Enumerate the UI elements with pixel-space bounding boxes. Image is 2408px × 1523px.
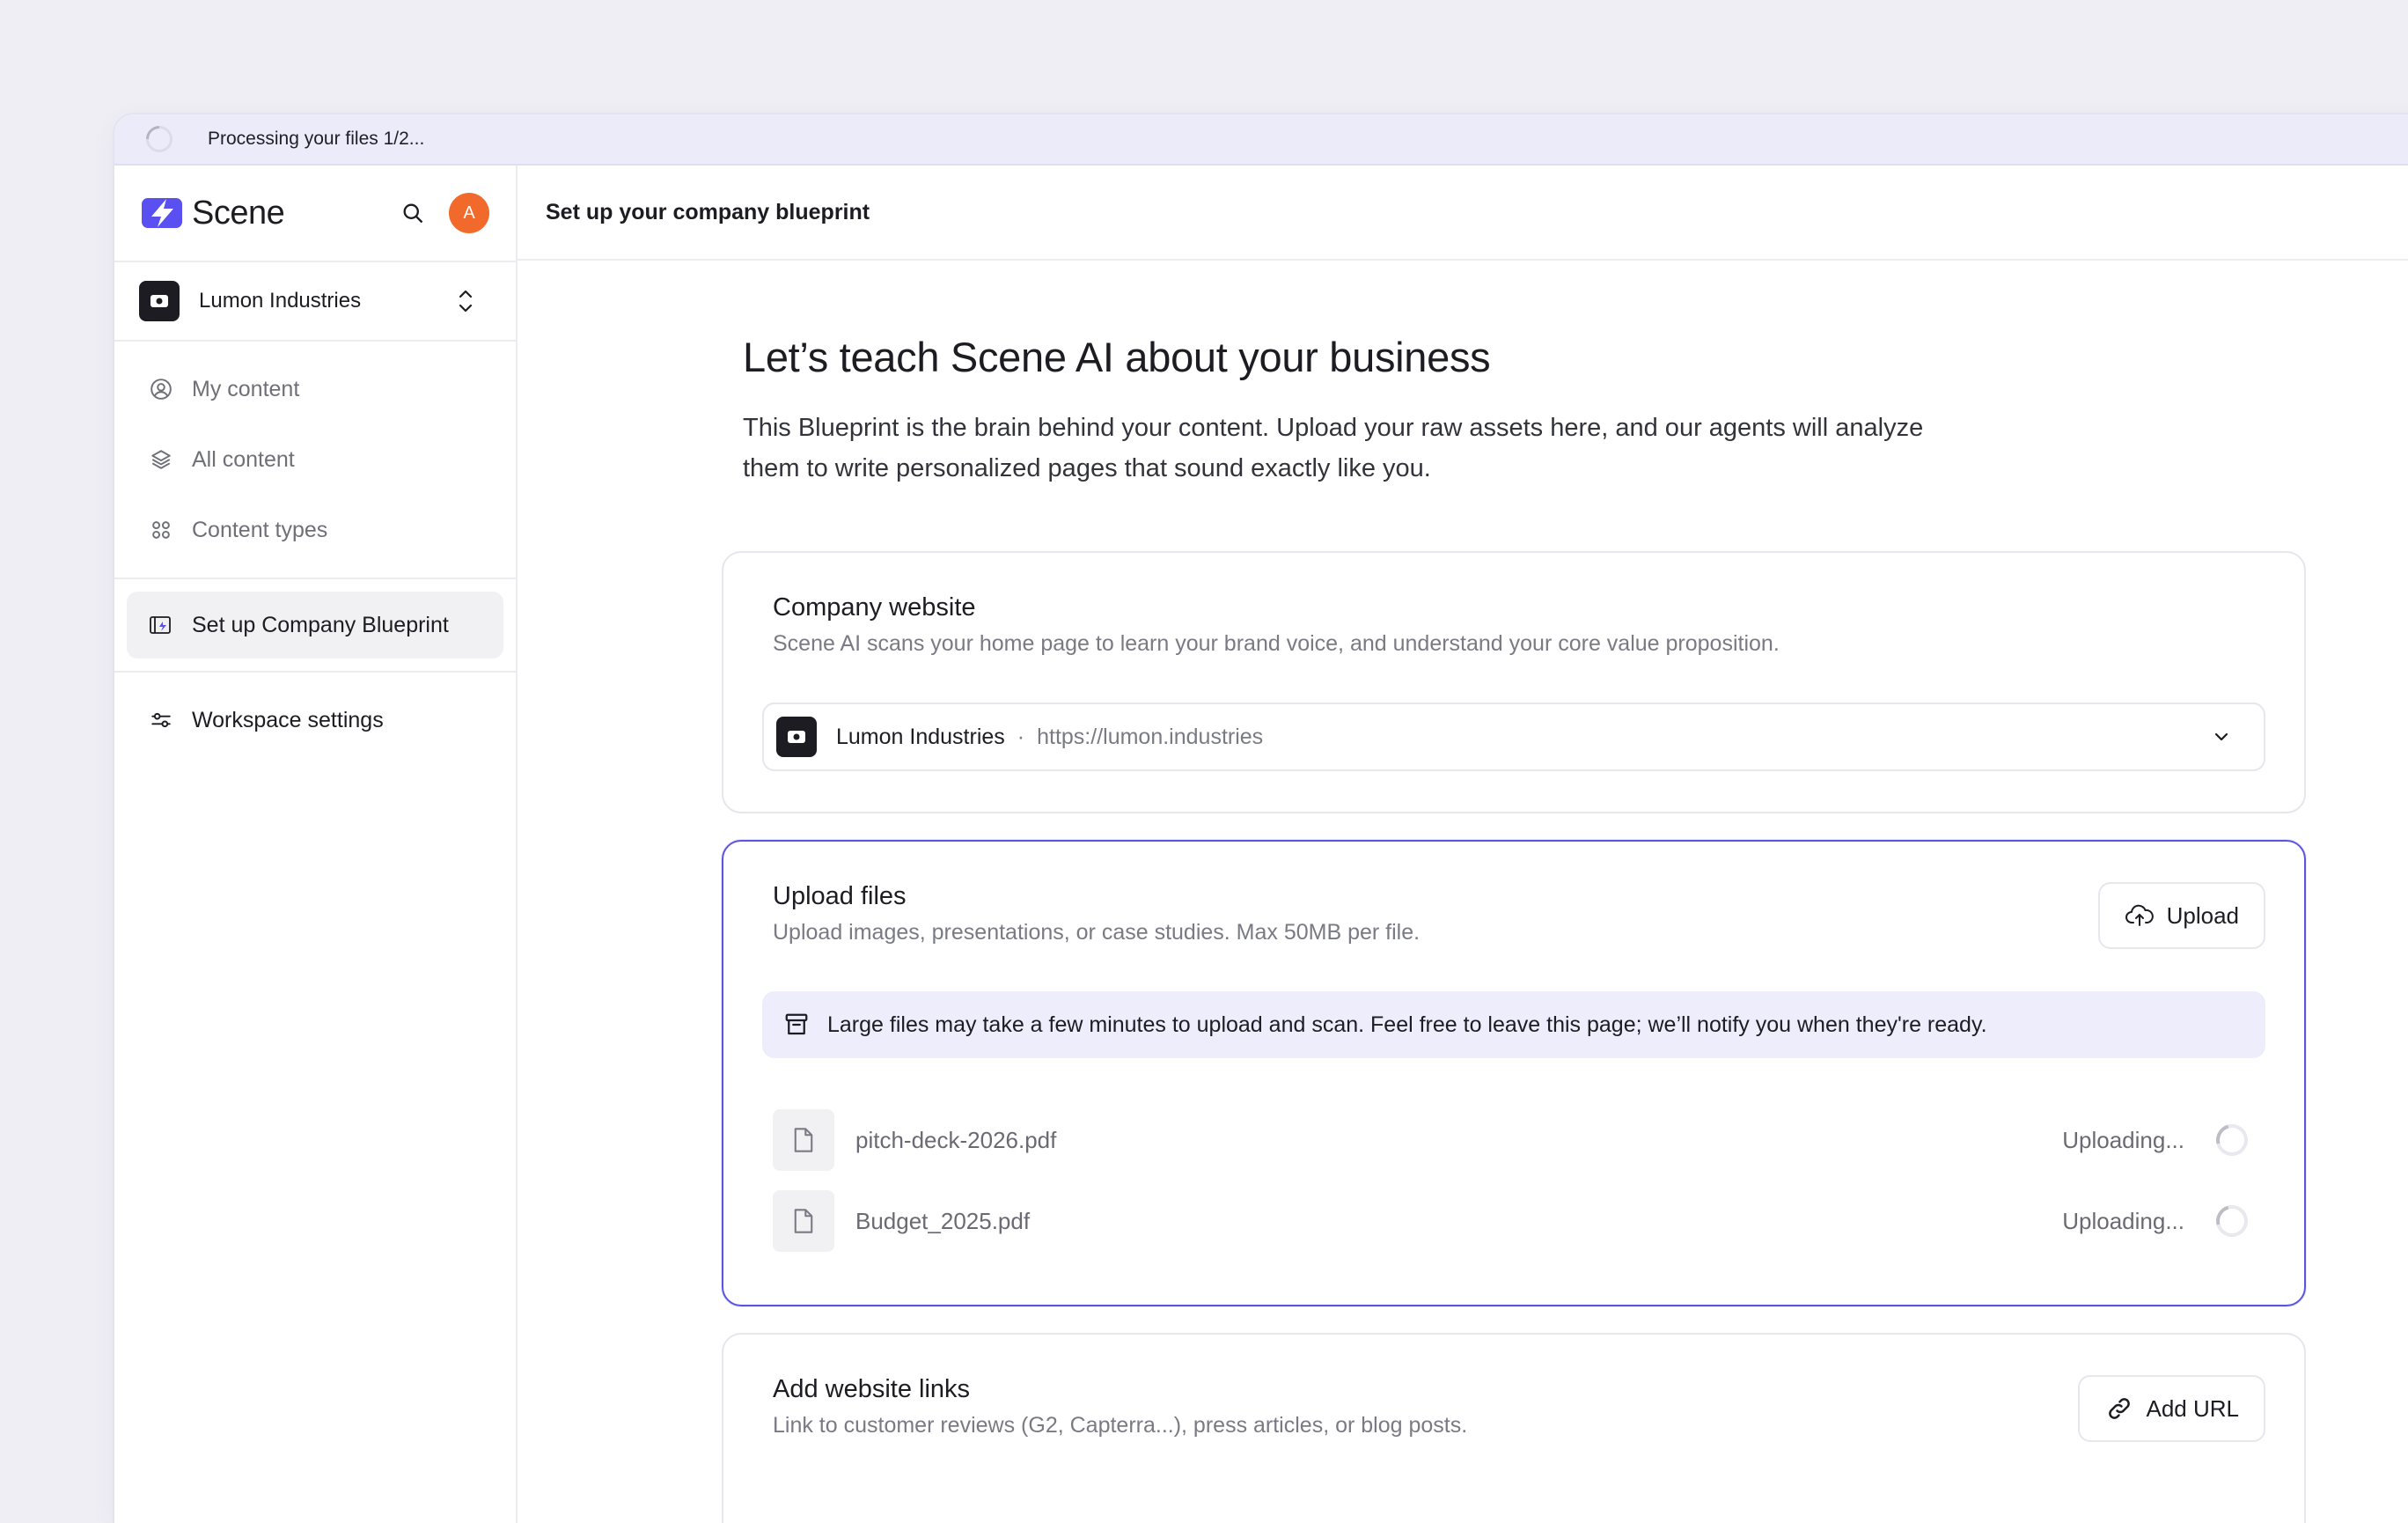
file-icon bbox=[773, 1190, 834, 1252]
avatar[interactable]: A bbox=[449, 193, 489, 233]
file-row: Budget_2025.pdf Uploading... bbox=[773, 1190, 2254, 1252]
sidebar-item-all-content[interactable]: All content bbox=[127, 424, 503, 495]
sidebar: Scene A Lumon Industries My content All … bbox=[114, 166, 518, 1523]
sidebar-blueprint-section: Set up Company Blueprint bbox=[114, 579, 516, 673]
upload-files-card: Upload files Upload images, presentation… bbox=[722, 840, 2306, 1306]
file-name: Budget_2025.pdf bbox=[855, 1207, 1031, 1234]
file-icon bbox=[773, 1109, 834, 1171]
sidebar-nav: My content All content Content types bbox=[114, 342, 516, 579]
add-url-button-label: Add URL bbox=[2146, 1394, 2240, 1422]
upload-button-label: Upload bbox=[2166, 901, 2239, 929]
org-switcher[interactable]: Lumon Industries bbox=[114, 261, 516, 342]
archive-icon bbox=[782, 1010, 811, 1040]
file-row: pitch-deck-2026.pdf Uploading... bbox=[773, 1109, 2254, 1171]
upload-button[interactable]: Upload bbox=[2097, 882, 2265, 949]
card-subtitle: Scene AI scans your home page to learn y… bbox=[773, 631, 1780, 656]
website-select[interactable]: Lumon Industries · https://lumon.industr… bbox=[762, 703, 2265, 771]
grid-icon bbox=[148, 517, 174, 543]
user-circle-icon bbox=[148, 376, 174, 402]
sidebar-item-my-content[interactable]: My content bbox=[127, 354, 503, 424]
sidebar-item-label: Content types bbox=[192, 517, 328, 542]
link-icon bbox=[2104, 1394, 2134, 1424]
loading-spinner-icon bbox=[140, 120, 179, 158]
main-heading: Let’s teach Scene AI about your business bbox=[743, 334, 1491, 380]
upload-notice: Large files may take a few minutes to up… bbox=[762, 991, 2265, 1058]
org-logo-icon bbox=[139, 281, 180, 321]
sidebar-header: Scene A bbox=[114, 166, 516, 261]
website-url: https://lumon.industries bbox=[1037, 724, 1264, 749]
file-status: Uploading... bbox=[2062, 1207, 2184, 1234]
scene-logo-icon bbox=[142, 198, 182, 228]
org-logo-icon bbox=[776, 717, 817, 757]
search-icon[interactable] bbox=[398, 198, 428, 228]
loading-spinner-icon bbox=[2210, 1199, 2254, 1243]
layers-icon bbox=[148, 446, 174, 473]
file-name: pitch-deck-2026.pdf bbox=[855, 1126, 1057, 1153]
chevron-up-down-icon bbox=[459, 290, 473, 313]
main-area: Set up your company blueprint Let’s teac… bbox=[518, 166, 2408, 1523]
app-logo[interactable]: Scene bbox=[141, 194, 285, 232]
sidebar-settings-section: Workspace settings bbox=[114, 673, 516, 768]
sliders-icon bbox=[148, 707, 174, 733]
cloud-upload-icon bbox=[2125, 901, 2155, 931]
app-window: Processing your files 1/2... Scene A Lum… bbox=[114, 114, 2408, 1523]
org-name: Lumon Industries bbox=[199, 289, 362, 313]
website-name: Lumon Industries bbox=[836, 724, 1005, 749]
card-title: Add website links bbox=[773, 1375, 971, 1403]
blueprint-icon bbox=[148, 612, 174, 638]
sidebar-item-label: My content bbox=[192, 376, 300, 401]
intro-text: This Blueprint is the brain behind your … bbox=[743, 414, 1924, 482]
card-subtitle: Link to customer reviews (G2, Capterra..… bbox=[773, 1413, 1468, 1438]
sidebar-item-content-types[interactable]: Content types bbox=[127, 495, 503, 565]
app-name: Scene bbox=[192, 194, 285, 232]
sidebar-item-label: All content bbox=[192, 446, 295, 472]
card-title: Company website bbox=[773, 593, 976, 622]
processing-banner: Processing your files 1/2... bbox=[114, 114, 2408, 166]
sidebar-item-blueprint[interactable]: Set up Company Blueprint bbox=[127, 592, 503, 658]
page-title: Set up your company blueprint bbox=[518, 166, 2408, 261]
file-status: Uploading... bbox=[2062, 1126, 2184, 1153]
website-links-card: Add website links Link to customer revie… bbox=[722, 1333, 2306, 1523]
sidebar-item-label: Workspace settings bbox=[192, 707, 384, 732]
company-website-card: Company website Scene AI scans your home… bbox=[722, 551, 2306, 813]
loading-spinner-icon bbox=[2210, 1118, 2254, 1162]
card-title: Upload files bbox=[773, 882, 907, 910]
main-content: Let’s teach Scene AI about your business… bbox=[722, 333, 2327, 1523]
add-url-button[interactable]: Add URL bbox=[2077, 1375, 2265, 1442]
separator-dot: · bbox=[1017, 724, 1025, 749]
processing-text: Processing your files 1/2... bbox=[208, 129, 425, 149]
chevron-down-icon bbox=[2214, 732, 2228, 741]
card-subtitle: Upload images, presentations, or case st… bbox=[773, 920, 1421, 945]
sidebar-item-label: Set up Company Blueprint bbox=[192, 612, 449, 637]
notice-text: Large files may take a few minutes to up… bbox=[827, 1012, 1987, 1037]
sidebar-item-workspace-settings[interactable]: Workspace settings bbox=[127, 685, 503, 755]
